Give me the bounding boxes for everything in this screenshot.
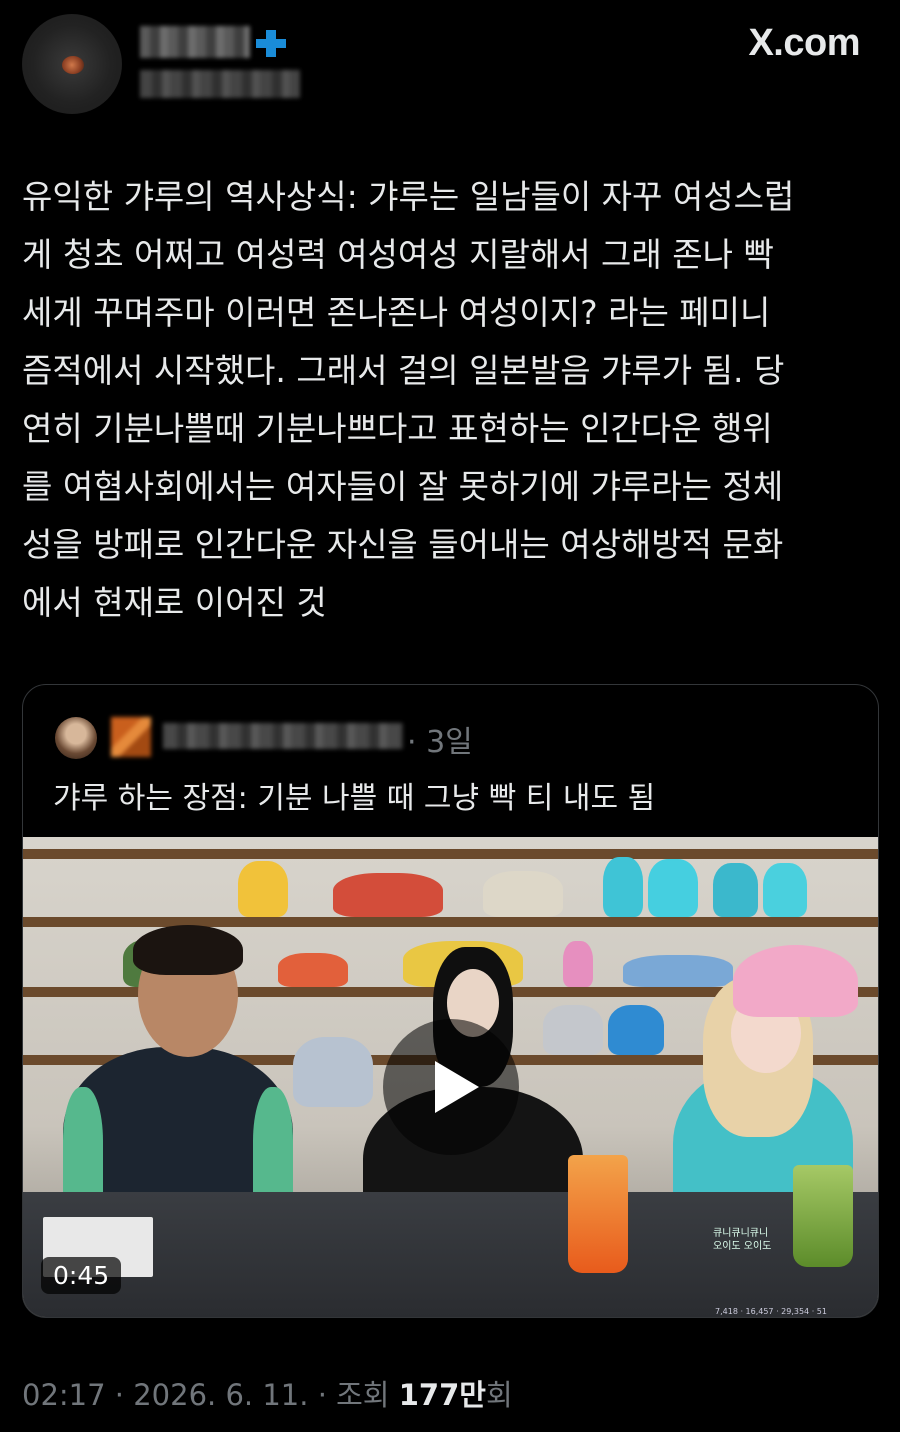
toy-figure bbox=[648, 859, 698, 917]
pink-cat-hat bbox=[733, 945, 858, 1017]
tweet-body: 유익한 갸루의 역사상식: 갸루는 일남들이 자꾸 여성스럽 게 청초 어쩌고 … bbox=[22, 168, 882, 632]
quoted-author-avatar[interactable] bbox=[55, 717, 97, 759]
stream-stats: 7,418 · 16,457 · 29,354 · 51 bbox=[715, 1307, 827, 1316]
tweet-line: 유익한 갸루의 역사상식: 갸루는 일남들이 자꾸 여성스럽 bbox=[22, 177, 795, 216]
toy-figure bbox=[713, 863, 758, 917]
tweet-meta: 02:17 · 2026. 6. 11. · 조회 177만회 bbox=[22, 1372, 513, 1414]
toy-figure bbox=[238, 861, 288, 917]
tweet-line: 를 여혐사회에서는 여자들이 잘 못하기에 갸루라는 정체 bbox=[22, 467, 784, 506]
video-duration: 0:45 bbox=[41, 1257, 122, 1294]
overlay-line: 오이도 오이도 bbox=[713, 1241, 772, 1252]
brand-watermark: X.com bbox=[748, 22, 860, 64]
author-avatar[interactable] bbox=[22, 14, 122, 114]
play-button[interactable] bbox=[383, 1019, 519, 1155]
tweet-line: 에서 현재로 이어진 것 bbox=[22, 583, 327, 622]
tweet-header: X.com bbox=[0, 0, 900, 130]
quoted-tweet-card[interactable]: · 3일 갸루 하는 장점: 기분 나쁠 때 그냥 빡 티 내도 됨 큐니큐니큐… bbox=[22, 684, 879, 1318]
tweet-line: 게 청초 어쩌고 여성력 여성여성 지랄해서 그래 존나 빡 bbox=[22, 235, 774, 274]
toy-figure bbox=[543, 1005, 603, 1055]
quoted-timestamp[interactable]: · 3일 bbox=[407, 717, 473, 761]
shirt-sleeve-left bbox=[63, 1087, 103, 1207]
author-handle-blurred[interactable] bbox=[140, 70, 300, 98]
verified-badge-icon bbox=[256, 30, 286, 57]
shelf bbox=[23, 849, 878, 859]
toy-figure bbox=[333, 873, 443, 917]
tweet-line: 즘적에서 시작했다. 그래서 걸의 일본발음 갸루가 됨. 당 bbox=[22, 351, 785, 390]
toy-figure bbox=[608, 1005, 664, 1055]
quoted-author-badge-blurred bbox=[111, 717, 151, 757]
author-name-blurred[interactable] bbox=[140, 26, 250, 58]
view-count: 177만 bbox=[398, 1378, 486, 1412]
poster-frame bbox=[293, 1037, 373, 1107]
toy-figure bbox=[763, 863, 807, 917]
tweet-line: 세게 꾸며주마 이러면 존나존나 여성이지? 라는 페미니 bbox=[22, 293, 771, 332]
toy-figure bbox=[278, 953, 348, 987]
quoted-author-name-blurred[interactable] bbox=[163, 723, 403, 749]
shelf bbox=[23, 917, 878, 927]
overlay-line: 큐니큐니큐니 bbox=[713, 1228, 769, 1239]
orange-drink-cup bbox=[568, 1155, 628, 1273]
toy-figure bbox=[563, 941, 593, 987]
tweet-line: 연히 기분나쁠때 기분나쁘다고 표현하는 인간다운 행위 bbox=[22, 409, 773, 448]
toy-figure bbox=[623, 955, 733, 987]
moon-image bbox=[62, 56, 84, 74]
stream-overlay-label: 큐니큐니큐니 오이도 오이도 bbox=[713, 1227, 771, 1253]
views-suffix: 회 bbox=[485, 1378, 513, 1412]
person-left-hair bbox=[133, 925, 243, 975]
green-drink-cup bbox=[793, 1165, 853, 1267]
timestamp-views-label[interactable]: 02:17 · 2026. 6. 11. · 조회 bbox=[22, 1378, 399, 1412]
video-player[interactable]: 큐니큐니큐니 오이도 오이도 7,418 · 16,457 · 29,354 ·… bbox=[23, 837, 878, 1317]
toy-figure bbox=[483, 871, 563, 917]
tweet-line: 성을 방패로 인간다운 자신을 들어내는 여상해방적 문화 bbox=[22, 525, 784, 564]
toy-figure bbox=[603, 857, 643, 917]
shirt-sleeve-right bbox=[253, 1087, 293, 1207]
play-icon bbox=[435, 1061, 479, 1113]
quoted-tweet-text: 갸루 하는 장점: 기분 나쁠 때 그냥 빡 티 내도 됨 bbox=[53, 781, 656, 816]
